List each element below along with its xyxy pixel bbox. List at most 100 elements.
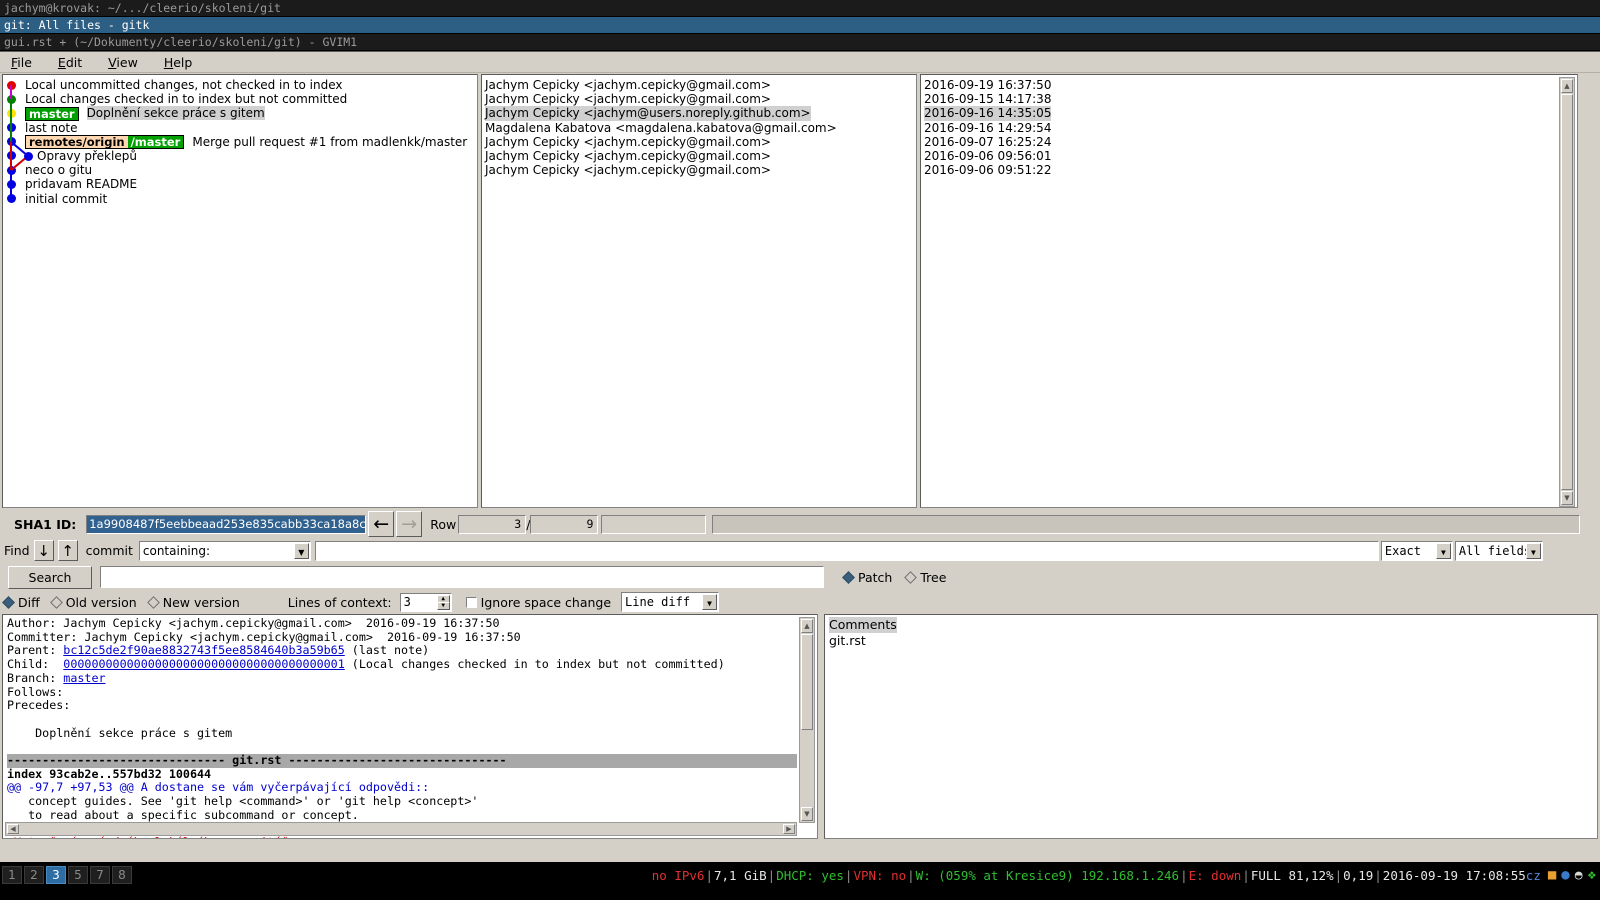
author-pane[interactable]: Jachym Cepicky <jachym.cepicky@gmail.com…: [481, 74, 917, 508]
find-prev-button[interactable]: ↑: [57, 540, 78, 561]
status-separator: |: [907, 867, 915, 883]
commit-subject-cell: last note: [25, 121, 78, 135]
branch-ref-label[interactable]: /master: [127, 135, 185, 150]
chevron-down-icon[interactable]: ▼: [702, 594, 718, 610]
commit-node-icon: [7, 123, 16, 133]
commit-node-icon: [7, 165, 16, 175]
date-pane[interactable]: 2016-09-19 16:37:50 2016-09-15 14:17:38 20…: [920, 74, 1578, 508]
diff-options-toolbar: Diff Old version New version Lines of co…: [0, 591, 1600, 613]
network-icon[interactable]: ❖: [1588, 867, 1596, 883]
commit-node-icon: [7, 194, 16, 203]
line-diff-value: Line diff: [625, 595, 691, 609]
find-input[interactable]: [314, 540, 1379, 561]
back-button[interactable]: ←: [368, 511, 395, 537]
workspace-button[interactable]: 2: [24, 866, 44, 884]
clock-icon[interactable]: ●: [1561, 867, 1569, 883]
status-separator: |: [705, 867, 713, 883]
scroll-down-arrow[interactable]: ▼: [1561, 491, 1573, 505]
search-button[interactable]: Search: [8, 565, 92, 589]
commit-node-icon: [7, 151, 16, 161]
line-diff-dropdown[interactable]: Line diff ▼: [621, 592, 720, 612]
commit-list-scrollbar[interactable]: ▲ ▼: [1559, 77, 1575, 507]
scroll-right-arrow[interactable]: ▶: [783, 824, 795, 834]
stepper-down-icon[interactable]: ▼: [436, 601, 450, 610]
commit-subject-cell: master Doplnění sekce práce s gitem: [25, 106, 265, 121]
commit-row[interactable]: Local changes checked in to index but no…: [3, 92, 477, 106]
workspace-button[interactable]: 3: [46, 866, 66, 884]
commit-row[interactable]: last note: [3, 121, 477, 135]
workspace-button[interactable]: 5: [68, 866, 88, 884]
radio-patch[interactable]: Patch: [842, 570, 892, 585]
forward-button[interactable]: →: [396, 511, 423, 537]
wifi-icon[interactable]: ◓: [1575, 868, 1583, 883]
commit-row[interactable]: pridavam README: [3, 177, 477, 191]
branch-ref-label[interactable]: remotes/origin: [25, 135, 128, 150]
menu-file[interactable]: File: [8, 54, 35, 71]
scroll-up-arrow[interactable]: ▲: [801, 619, 813, 633]
gvim-window-title[interactable]: gui.rst + (~/Dokumenty/cleerio/skoleni/g…: [0, 34, 1600, 50]
find-label: Find: [4, 543, 30, 558]
commit-row[interactable]: neco o gitu: [3, 163, 477, 177]
diff-hscrollbar[interactable]: ◀ ▶: [5, 822, 797, 836]
menu-edit[interactable]: Edit: [55, 54, 85, 71]
radio-off-icon: [904, 570, 918, 584]
radio-tree-label: Tree: [920, 569, 947, 585]
menu-help[interactable]: Help: [161, 54, 196, 71]
display-icon[interactable]: ■: [1548, 867, 1556, 883]
radio-old-version[interactable]: Old version: [49, 595, 137, 610]
chevron-down-icon[interactable]: ▼: [293, 542, 309, 559]
scroll-up-arrow[interactable]: ▲: [1561, 79, 1573, 93]
date-row: [921, 177, 1577, 191]
commit-subject: Opravy překlepů: [37, 148, 137, 163]
gitk-window-title[interactable]: git: All files - gitk: [0, 17, 1600, 33]
radio-new-version[interactable]: New version: [146, 595, 240, 610]
radio-diff[interactable]: Diff: [2, 595, 40, 610]
find-containing-dropdown[interactable]: containing: ▼: [138, 540, 311, 561]
date-row: 2016-09-07 16:25:24: [921, 135, 1577, 149]
commit-row[interactable]: Opravy překlepů: [3, 149, 477, 163]
diff-scrollbar[interactable]: ▲ ▼: [799, 617, 815, 823]
find-exact-dropdown[interactable]: Exact ▼: [1380, 540, 1453, 561]
diff-view[interactable]: Author: Jachym Cepicky <jachym.cepicky@g…: [2, 614, 818, 839]
commit-graph-pane[interactable]: Local uncommitted changes, not checked i…: [2, 74, 478, 508]
row-total: 9: [530, 514, 599, 534]
scroll-left-arrow[interactable]: ◀: [7, 824, 19, 834]
row-extra-field: [601, 514, 707, 534]
status-segment: E: down: [1188, 867, 1242, 883]
menu-view[interactable]: View: [105, 54, 141, 71]
sha1-input[interactable]: 1a9908487f5eebbeaad253e835cabb33ca18a8cd: [86, 514, 367, 534]
commit-row[interactable]: master Doplnění sekce práce s gitem: [3, 106, 477, 121]
commit-date: 2016-09-06 09:56:01: [924, 148, 1052, 163]
date-row: 2016-09-16 14:35:05: [921, 106, 1577, 121]
radio-off-icon: [49, 595, 63, 609]
status-segment: DHCP: yes: [776, 867, 844, 883]
diff-line: concept guides. See 'git help <command>'…: [7, 794, 479, 809]
search-input[interactable]: [100, 566, 824, 588]
chevron-down-icon[interactable]: ▼: [1525, 542, 1541, 559]
workspace-button[interactable]: 7: [90, 866, 110, 884]
comments-view[interactable]: Comments git.rst: [824, 614, 1598, 839]
scroll-down-arrow[interactable]: ▼: [801, 807, 813, 821]
find-fields-dropdown[interactable]: All fields ▼: [1454, 540, 1543, 561]
date-row: [921, 192, 1577, 206]
terminal-window-title[interactable]: jachym@krovak: ~/.../cleerio/skoleni/git: [0, 0, 1600, 16]
workspace-button[interactable]: 1: [2, 866, 22, 884]
radio-tree[interactable]: Tree: [904, 569, 947, 585]
scrollbar-thumb[interactable]: [1561, 94, 1573, 490]
keyboard-layout-indicator[interactable]: cz: [1526, 868, 1541, 883]
comments-content: Comments git.rst: [829, 617, 897, 648]
lines-of-context-value: 3: [403, 594, 411, 609]
taskbar: 123578 no IPv6 | 7,1 GiB | DHCP: yes | V…: [0, 862, 1600, 900]
lines-of-context-stepper[interactable]: 3 ▲ ▼: [399, 592, 452, 612]
find-next-button[interactable]: ↓: [33, 540, 54, 561]
scrollbar-thumb[interactable]: [801, 634, 813, 730]
commit-row[interactable]: initial commit: [3, 192, 477, 206]
chevron-down-icon[interactable]: ▼: [1435, 542, 1451, 559]
ignore-space-checkbox[interactable]: Ignore space change: [465, 595, 611, 610]
commit-row[interactable]: Local uncommitted changes, not checked i…: [3, 78, 477, 92]
workspace-button[interactable]: 8: [112, 866, 132, 884]
branch-ref-label[interactable]: master: [25, 106, 79, 121]
status-segment: 2016-09-19 17:08:55: [1382, 867, 1526, 883]
commit-subject-cell: neco o gitu: [25, 163, 92, 177]
commit-row[interactable]: remotes/origin/master Merge pull request …: [3, 135, 477, 150]
